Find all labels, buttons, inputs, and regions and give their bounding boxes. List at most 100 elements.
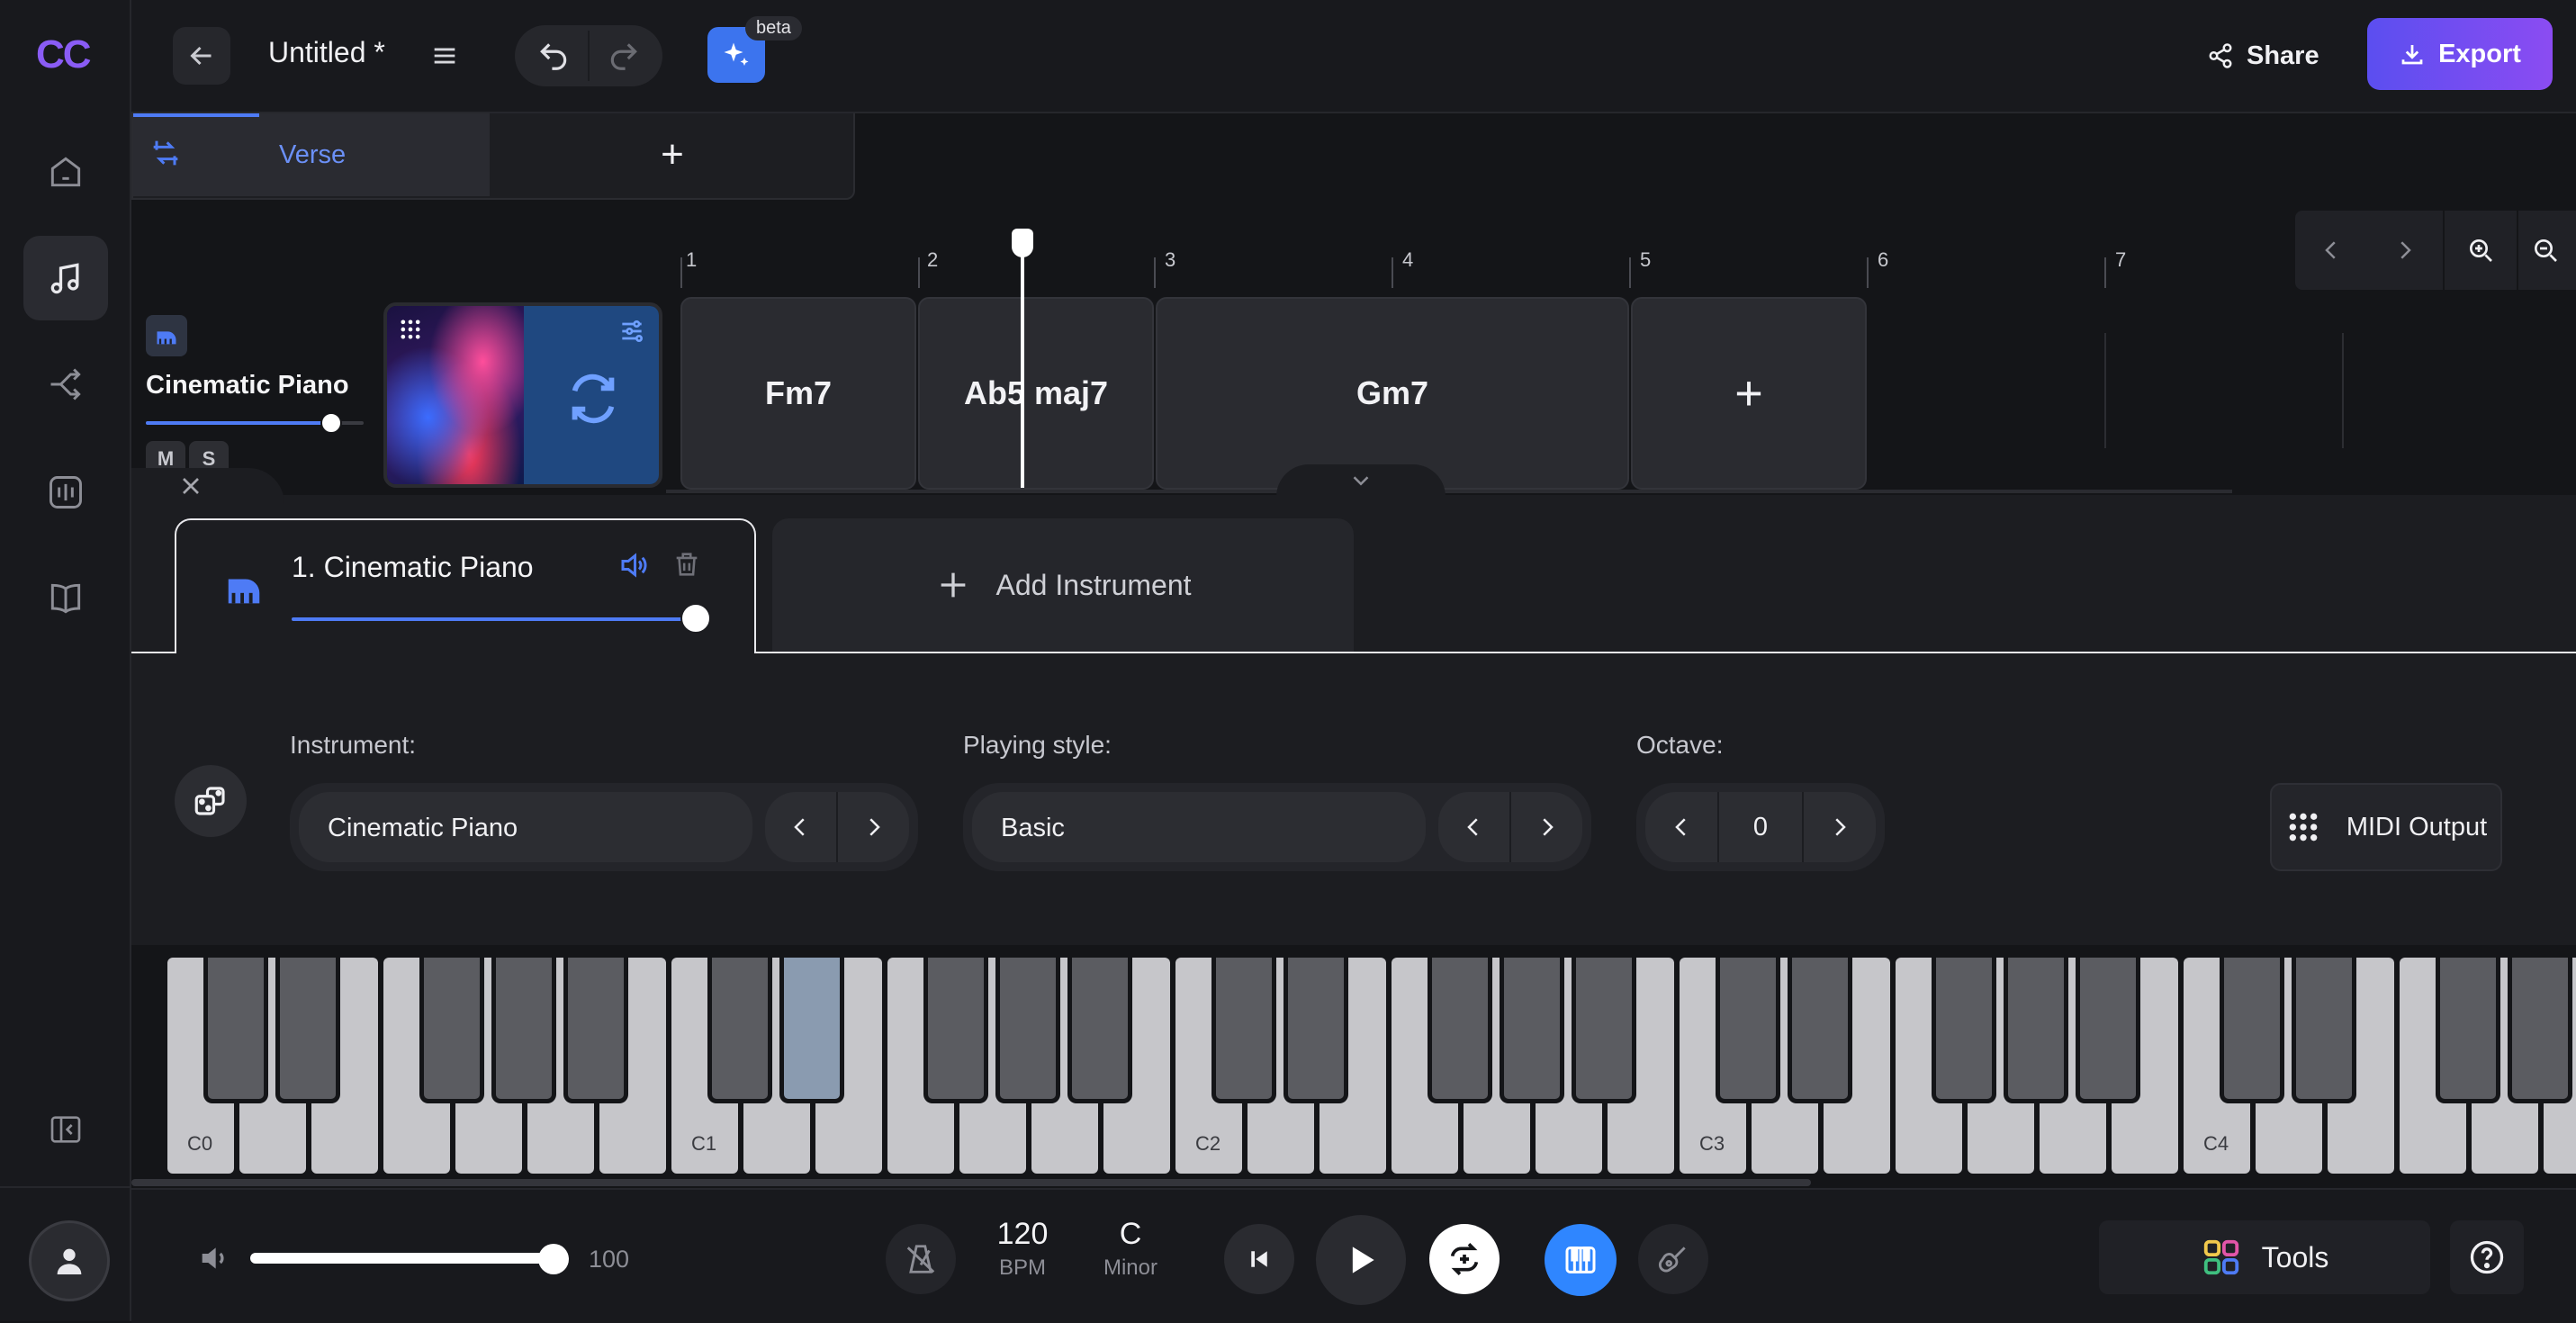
piano-black-key[interactable] — [2076, 958, 2140, 1103]
volume-icon[interactable] — [196, 1240, 232, 1276]
piano-black-key[interactable] — [779, 958, 844, 1103]
piano-black-key[interactable] — [2436, 958, 2500, 1103]
piano-black-key[interactable] — [707, 958, 772, 1103]
instrument-next-button[interactable] — [839, 792, 909, 862]
scroll-right-button[interactable] — [2369, 211, 2441, 290]
piano-black-key[interactable] — [2292, 958, 2356, 1103]
style-next-button[interactable] — [1512, 792, 1582, 862]
section-tab-verse[interactable]: Verse — [133, 113, 490, 196]
track-volume-thumb[interactable] — [320, 412, 342, 434]
music-button[interactable] — [23, 236, 108, 320]
hamburger-icon — [429, 40, 460, 71]
piano-black-key[interactable] — [1500, 958, 1564, 1103]
master-volume-slider[interactable] — [250, 1244, 569, 1274]
playing-style-select[interactable]: Basic — [972, 792, 1426, 862]
piano-black-key[interactable] — [2508, 958, 2572, 1103]
play-button[interactable] — [1316, 1215, 1406, 1305]
piano-black-key[interactable] — [1428, 958, 1492, 1103]
close-panel-button[interactable] — [167, 464, 214, 508]
instrument-select[interactable]: Cinematic Piano — [299, 792, 752, 862]
loop-button[interactable] — [1429, 1224, 1500, 1294]
document-title[interactable]: Untitled * — [268, 36, 385, 69]
instrument-value: Cinematic Piano — [328, 814, 518, 842]
back-button[interactable] — [173, 27, 230, 85]
playhead[interactable] — [1021, 230, 1024, 488]
instrument-tab-1[interactable]: 1. Cinematic Piano — [175, 518, 756, 653]
instrument-prev-button[interactable] — [765, 792, 835, 862]
scroll-left-button[interactable] — [2295, 211, 2367, 290]
export-button[interactable]: Export — [2367, 18, 2553, 90]
randomize-button[interactable] — [175, 765, 247, 837]
piano-black-key[interactable] — [1283, 958, 1348, 1103]
menu-button[interactable] — [421, 32, 468, 79]
home-button[interactable] — [23, 130, 108, 214]
add-chord-button[interactable]: + — [1631, 297, 1867, 490]
share-button[interactable]: Share — [2207, 31, 2319, 81]
octave-up-button[interactable] — [1804, 792, 1876, 862]
octave-down-button[interactable] — [1645, 792, 1717, 862]
piano-black-key[interactable] — [2004, 958, 2068, 1103]
piano-black-key[interactable] — [1788, 958, 1852, 1103]
plus-icon — [935, 567, 971, 603]
collapse-sidebar-button[interactable] — [23, 1087, 108, 1172]
book-button[interactable] — [23, 556, 108, 641]
chord-block[interactable]: Ab5 maj7 — [918, 297, 1154, 490]
piano-black-key[interactable] — [1067, 958, 1132, 1103]
instrument-volume-slider[interactable] — [292, 603, 711, 634]
track-name[interactable]: Cinematic Piano — [146, 371, 349, 400]
tools-grid-icon — [2201, 1237, 2242, 1278]
piano-black-key[interactable] — [563, 958, 628, 1103]
redo-button[interactable] — [592, 29, 655, 83]
undo-button[interactable] — [522, 29, 585, 83]
piano-black-key[interactable] — [1932, 958, 1996, 1103]
bpm-display[interactable]: 120 BPM — [977, 1217, 1067, 1281]
piano-black-key[interactable] — [923, 958, 988, 1103]
piano-black-key[interactable] — [275, 958, 340, 1103]
instrument-volume-thumb[interactable] — [680, 603, 711, 634]
playhead-handle[interactable] — [1012, 229, 1033, 257]
master-volume-thumb[interactable] — [538, 1244, 569, 1274]
piano-black-key[interactable] — [995, 958, 1060, 1103]
piano-black-key[interactable] — [491, 958, 556, 1103]
piano-black-key[interactable] — [1572, 958, 1636, 1103]
add-instrument-button[interactable]: Add Instrument — [772, 518, 1354, 652]
octave-value[interactable]: 0 — [1719, 792, 1802, 862]
zoom-out-button[interactable] — [2520, 211, 2576, 290]
key-mode: Minor — [1103, 1256, 1157, 1280]
zoom-in-button[interactable] — [2445, 211, 2517, 290]
instrument-artwork[interactable] — [383, 302, 662, 488]
track-header: Cinematic Piano M S — [131, 293, 662, 491]
branch-button[interactable] — [23, 342, 108, 427]
guitar-view-button[interactable] — [1638, 1224, 1708, 1294]
skip-back-button[interactable] — [1224, 1224, 1294, 1294]
master-volume-value: 100 — [589, 1246, 630, 1273]
chord-block[interactable]: Gm7 — [1156, 297, 1629, 490]
piano-black-key[interactable] — [1211, 958, 1276, 1103]
piano-black-key[interactable] — [1716, 958, 1780, 1103]
piano-black-key[interactable] — [419, 958, 484, 1103]
sliders-icon[interactable] — [617, 317, 646, 346]
midi-output-button[interactable]: MIDI Output — [2270, 783, 2502, 871]
piano-black-key[interactable] — [203, 958, 268, 1103]
track-volume-slider[interactable] — [146, 412, 364, 434]
keyboard-scrollbar[interactable] — [131, 1179, 1811, 1186]
speaker-icon[interactable] — [617, 549, 650, 581]
app-logo[interactable]: CC — [36, 32, 92, 77]
trash-icon[interactable] — [671, 549, 702, 580]
piano-black-key[interactable] — [2220, 958, 2284, 1103]
style-prev-button[interactable] — [1438, 792, 1509, 862]
timeline-ruler[interactable] — [131, 243, 2576, 288]
help-button[interactable] — [2450, 1220, 2524, 1294]
equalizer-button[interactable] — [23, 450, 108, 535]
add-section-button[interactable]: + — [493, 113, 851, 196]
tools-button[interactable]: Tools — [2099, 1220, 2430, 1294]
chord-block[interactable]: Fm7 — [680, 297, 916, 490]
metronome-button[interactable] — [886, 1224, 956, 1294]
playing-style-value: Basic — [1001, 814, 1065, 842]
user-avatar[interactable] — [29, 1220, 110, 1301]
key-display[interactable]: C Minor — [1085, 1217, 1175, 1281]
timeline-controls — [2295, 211, 2576, 290]
playing-style-label: Playing style: — [963, 731, 1112, 759]
collapse-panel-button[interactable] — [1276, 464, 1446, 497]
piano-view-button[interactable] — [1545, 1224, 1617, 1296]
